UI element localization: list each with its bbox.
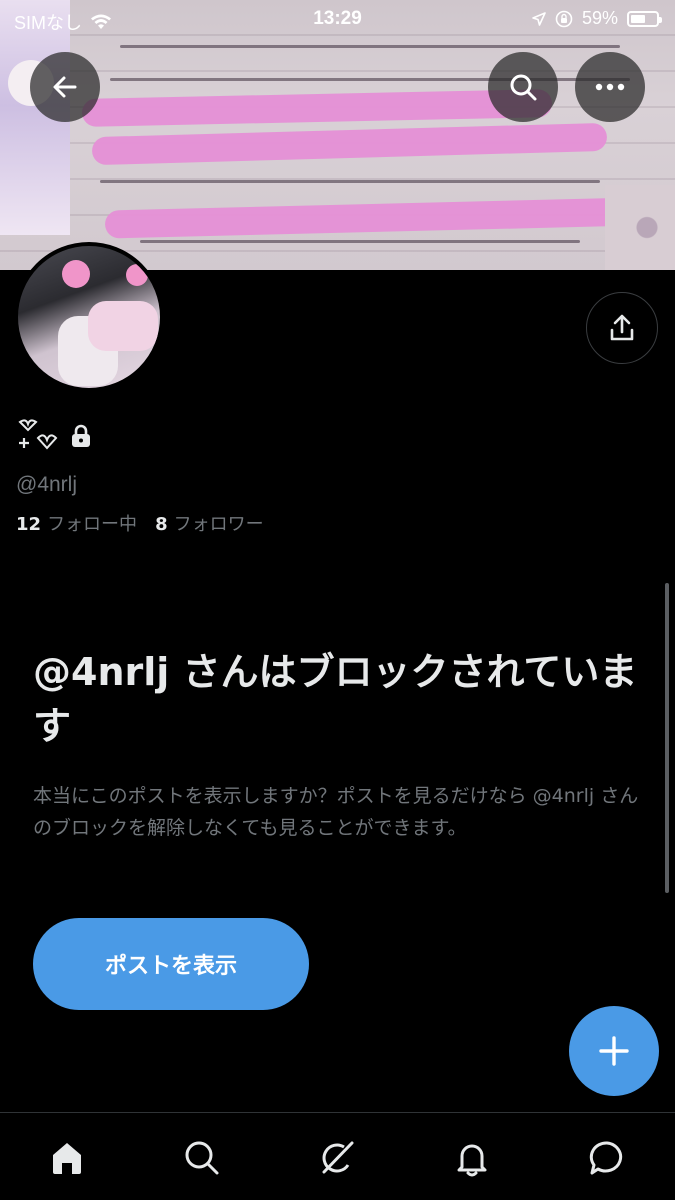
- tab-search[interactable]: [177, 1133, 227, 1183]
- heart-sparkle-icon: [18, 419, 58, 450]
- profile-handle: @4nrlj: [16, 473, 78, 496]
- avatar[interactable]: [14, 242, 164, 392]
- tab-home[interactable]: [42, 1133, 92, 1183]
- scrollbar[interactable]: [665, 583, 669, 893]
- pink-scribble: [81, 89, 553, 127]
- battery-percent: 59%: [581, 8, 618, 28]
- handwriting-line: [140, 240, 580, 243]
- handwriting-line: [120, 45, 620, 48]
- notifications-icon: [457, 1144, 487, 1177]
- home-icon: [53, 1143, 81, 1174]
- blocked-title: @4nrlj さんはブロックされています: [33, 650, 638, 748]
- location-icon: [532, 11, 546, 26]
- blocked-description: 本当にこのポストを表示しますか？ポストを見るだけなら @4nrlj さんのブロッ…: [33, 785, 639, 839]
- tab-notifications[interactable]: [447, 1133, 497, 1183]
- more-horizontal-icon: [595, 83, 625, 91]
- view-posts-button[interactable]: ポストを表示: [33, 918, 309, 1010]
- messages-icon: [589, 1141, 623, 1175]
- view-posts-label: ポストを表示: [104, 954, 237, 979]
- follow-stats: 12 フォロー中 8 フォロワー: [16, 510, 264, 536]
- tab-bar: [0, 1112, 675, 1200]
- back-button[interactable]: [30, 52, 100, 122]
- share-icon: [610, 314, 634, 341]
- more-button[interactable]: [575, 52, 645, 122]
- strawberry-sticker: [62, 260, 90, 288]
- tab-grok[interactable]: [312, 1133, 362, 1183]
- following-count: 12: [16, 514, 42, 535]
- tab-messages[interactable]: [582, 1133, 632, 1183]
- compose-button[interactable]: [569, 1006, 659, 1096]
- status-bar: SIMなし 13:29 59%: [0, 0, 675, 40]
- followers-link[interactable]: 8 フォロワー: [155, 510, 264, 536]
- lock-icon: [72, 424, 90, 447]
- pink-scribble: [104, 197, 641, 239]
- battery-fill: [631, 14, 646, 23]
- share-button[interactable]: [586, 292, 658, 364]
- followers-count: 8: [155, 514, 168, 535]
- followers-label: フォロワー: [173, 514, 264, 535]
- battery-icon: [627, 10, 662, 27]
- plus-icon: [599, 1036, 629, 1066]
- search-button[interactable]: [488, 52, 558, 122]
- following-link[interactable]: 12 フォロー中: [16, 510, 137, 536]
- grok-icon: [322, 1141, 354, 1174]
- following-label: フォロー中: [47, 514, 138, 535]
- arrow-left-icon: [53, 76, 77, 98]
- orientation-lock-icon: [555, 10, 573, 27]
- avatar-detail: [88, 301, 158, 351]
- search-icon: [185, 1141, 219, 1175]
- search-icon: [510, 74, 537, 101]
- display-name: [16, 418, 92, 454]
- profile-banner[interactable]: [0, 0, 675, 270]
- handwriting-line: [100, 180, 600, 183]
- banner-decoration: [605, 185, 675, 270]
- pink-scribble: [91, 122, 608, 166]
- strawberry-sticker: [126, 264, 148, 286]
